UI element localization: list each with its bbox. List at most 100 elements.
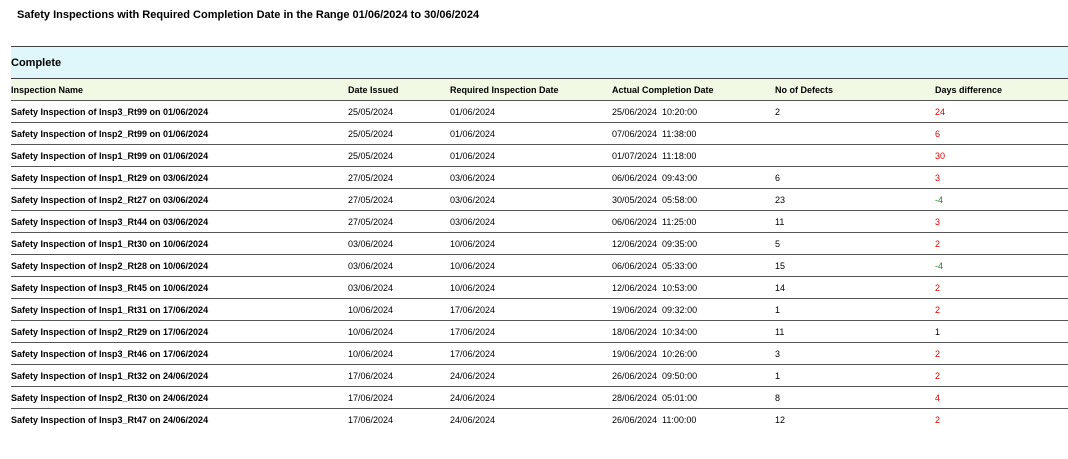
table-row: Safety Inspection of Insp3_Rt99 on 01/06… [11, 100, 1068, 123]
date-issued-cell: 03/06/2024 [348, 254, 450, 277]
days-difference-cell: 2 [935, 232, 1068, 255]
report-title: Safety Inspections with Required Complet… [17, 9, 480, 21]
date-issued-cell: 27/05/2024 [348, 166, 450, 189]
actual-completion-cell: 26/06/2024 11:00:00 [612, 414, 697, 425]
table-row: Safety Inspection of Insp1_Rt30 on 10/06… [11, 232, 1068, 255]
date-issued-cell: 27/05/2024 [348, 210, 450, 233]
column-header-required-date: Required Inspection Date [450, 78, 612, 101]
section-title: Complete [11, 46, 1068, 79]
inspection-name-cell: Safety Inspection of Insp1_Rt31 on 17/06… [11, 298, 348, 321]
inspection-name-cell: Safety Inspection of Insp2_Rt30 on 24/06… [11, 386, 348, 409]
inspection-name-cell: Safety Inspection of Insp1_Rt29 on 03/06… [11, 166, 348, 189]
days-difference-cell: 3 [935, 166, 1068, 189]
date-issued-cell: 17/06/2024 [348, 414, 394, 425]
defects-cell: 14 [775, 276, 935, 299]
date-issued-cell: 25/05/2024 [348, 100, 450, 123]
section-header-row: Complete [11, 46, 1068, 79]
table-row: Safety Inspection of Insp1_Rt29 on 03/06… [11, 166, 1068, 189]
defects-cell: 1 [775, 298, 935, 321]
column-header-defects: No of Defects [775, 78, 935, 101]
actual-completion-cell: 30/05/2024 05:58:00 [612, 188, 775, 211]
table-row: Safety Inspection of Insp3_Rt46 on 17/06… [11, 342, 1068, 365]
actual-completion-cell: 12/06/2024 09:35:00 [612, 232, 775, 255]
required-date-cell: 24/06/2024 [450, 386, 612, 409]
inspection-name-cell: Safety Inspection of Insp3_Rt46 on 17/06… [11, 342, 348, 365]
defects-cell: 3 [775, 342, 935, 365]
inspection-name-cell: Safety Inspection of Insp2_Rt27 on 03/06… [11, 188, 348, 211]
table-row: Safety Inspection of Insp1_Rt31 on 17/06… [11, 298, 1068, 321]
table-row: Safety Inspection of Insp2_Rt28 on 10/06… [11, 254, 1068, 277]
column-header-inspection-name: Inspection Name [11, 78, 348, 101]
actual-completion-cell: 06/06/2024 11:25:00 [612, 210, 775, 233]
table-row: Safety Inspection of Insp2_Rt29 on 17/06… [11, 320, 1068, 343]
inspection-name-cell: Safety Inspection of Insp1_Rt32 on 24/06… [11, 364, 348, 387]
defects-cell [775, 144, 935, 167]
actual-completion-cell: 01/07/2024 11:18:00 [612, 144, 775, 167]
days-difference-cell: 2 [935, 276, 1068, 299]
required-date-cell: 01/06/2024 [450, 122, 612, 145]
date-issued-cell: 10/06/2024 [348, 342, 450, 365]
date-issued-cell: 25/05/2024 [348, 144, 450, 167]
required-date-cell: 03/06/2024 [450, 166, 612, 189]
days-difference-cell: 2 [935, 364, 1068, 387]
table-row: Safety Inspection of Insp3_Rt44 on 03/06… [11, 210, 1068, 233]
table-row: Safety Inspection of Insp3_Rt45 on 10/06… [11, 276, 1068, 299]
defects-cell: 11 [775, 320, 935, 343]
required-date-cell: 17/06/2024 [450, 320, 612, 343]
defects-cell: 15 [775, 254, 935, 277]
date-issued-cell: 17/06/2024 [348, 386, 450, 409]
required-date-cell: 10/06/2024 [450, 232, 612, 255]
defects-cell: 2 [775, 100, 935, 123]
required-date-cell: 17/06/2024 [450, 298, 612, 321]
inspection-name-cell: Safety Inspection of Insp3_Rt45 on 10/06… [11, 276, 348, 299]
days-difference-cell: -4 [935, 254, 1068, 277]
required-date-cell: 03/06/2024 [450, 188, 612, 211]
defects-cell: 6 [775, 166, 935, 189]
table-row: Safety Inspection of Insp3_Rt47 on 24/06… [11, 409, 1068, 431]
defects-cell: 1 [775, 364, 935, 387]
table-row: Safety Inspection of Insp1_Rt32 on 24/06… [11, 364, 1068, 387]
column-header-days-difference: Days difference [935, 78, 1068, 101]
required-date-cell: 01/06/2024 [450, 144, 612, 167]
column-header-row: Inspection Name Date Issued Required Ins… [11, 78, 1068, 101]
actual-completion-cell: 06/06/2024 09:43:00 [612, 166, 775, 189]
days-difference-cell: 2 [935, 342, 1068, 365]
required-date-cell: 10/06/2024 [450, 276, 612, 299]
required-date-cell: 24/06/2024 [450, 414, 496, 425]
actual-completion-cell: 12/06/2024 10:53:00 [612, 276, 775, 299]
table-row: Safety Inspection of Insp1_Rt99 on 01/06… [11, 144, 1068, 167]
inspection-name-cell: Safety Inspection of Insp3_Rt44 on 03/06… [11, 210, 348, 233]
defects-cell: 12 [775, 414, 786, 425]
required-date-cell: 01/06/2024 [450, 100, 612, 123]
actual-completion-cell: 19/06/2024 09:32:00 [612, 298, 775, 321]
table-row: Safety Inspection of Insp2_Rt99 on 01/06… [11, 122, 1068, 145]
required-date-cell: 17/06/2024 [450, 342, 612, 365]
days-difference-cell: 30 [935, 144, 1068, 167]
actual-completion-cell: 18/06/2024 10:34:00 [612, 320, 775, 343]
days-difference-cell: 6 [935, 122, 1068, 145]
actual-completion-cell: 06/06/2024 05:33:00 [612, 254, 775, 277]
date-issued-cell: 25/05/2024 [348, 122, 450, 145]
days-difference-cell: -4 [935, 188, 1068, 211]
inspection-name-cell: Safety Inspection of Insp3_Rt47 on 24/06… [11, 414, 209, 425]
defects-cell [775, 122, 935, 145]
table-row: Safety Inspection of Insp2_Rt30 on 24/06… [11, 386, 1068, 409]
date-issued-cell: 17/06/2024 [348, 364, 450, 387]
days-difference-cell: 24 [935, 100, 1068, 123]
date-issued-cell: 10/06/2024 [348, 320, 450, 343]
defects-cell: 11 [775, 210, 935, 233]
days-difference-cell: 3 [935, 210, 1068, 233]
date-issued-cell: 03/06/2024 [348, 276, 450, 299]
actual-completion-cell: 07/06/2024 11:38:00 [612, 122, 775, 145]
defects-cell: 23 [775, 188, 935, 211]
actual-completion-cell: 19/06/2024 10:26:00 [612, 342, 775, 365]
inspection-name-cell: Safety Inspection of Insp2_Rt99 on 01/06… [11, 122, 348, 145]
date-issued-cell: 03/06/2024 [348, 232, 450, 255]
column-header-date-issued: Date Issued [348, 78, 450, 101]
defects-cell: 5 [775, 232, 935, 255]
days-difference-cell: 4 [935, 386, 1068, 409]
required-date-cell: 03/06/2024 [450, 210, 612, 233]
actual-completion-cell: 25/06/2024 10:20:00 [612, 100, 775, 123]
inspection-name-cell: Safety Inspection of Insp2_Rt29 on 17/06… [11, 320, 348, 343]
table-row: Safety Inspection of Insp2_Rt27 on 03/06… [11, 188, 1068, 211]
